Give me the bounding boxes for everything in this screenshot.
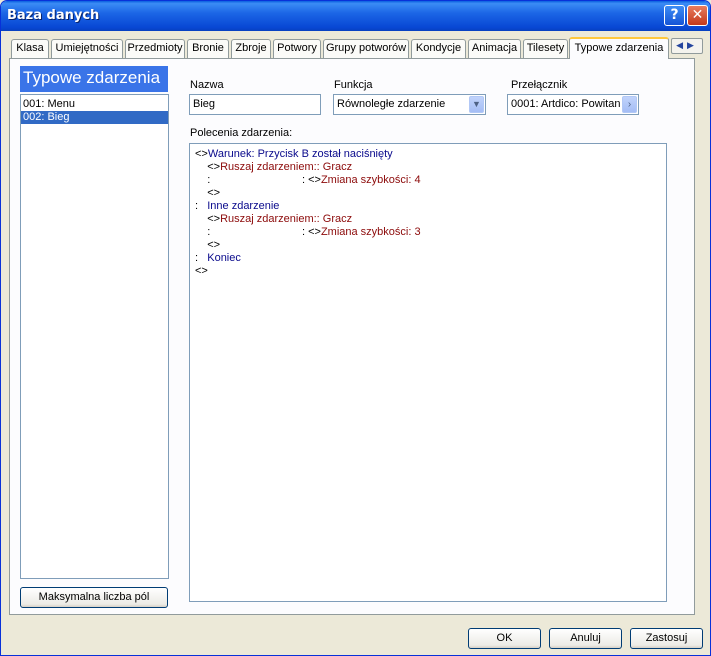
command-text: Zmiana szybkości: 4 bbox=[320, 174, 421, 186]
command-text: Zmiana szybkości: 3 bbox=[320, 226, 421, 238]
list-item[interactable]: 001: Menu bbox=[21, 98, 168, 111]
close-icon[interactable]: ✕ bbox=[687, 5, 708, 26]
command-text: Ruszaj zdarzeniem:: Gracz bbox=[220, 213, 353, 225]
tab-umiejetnosci[interactable]: Umiejętności bbox=[51, 39, 123, 58]
tab-zbroje[interactable]: Zbroje bbox=[231, 39, 271, 58]
list-header: Typowe zdarzenia bbox=[20, 66, 168, 92]
command-text: Ruszaj zdarzeniem:: Gracz bbox=[220, 161, 353, 173]
command-prefix: : bbox=[195, 252, 208, 264]
tab-klasa[interactable]: Klasa bbox=[11, 39, 49, 58]
cancel-button[interactable]: Anuluj bbox=[549, 628, 622, 649]
chevron-down-icon[interactable]: ▼ bbox=[469, 96, 484, 113]
function-select[interactable]: Równoległe zdarzenie ▼ bbox=[333, 94, 486, 115]
command-line[interactable]: <>Ruszaj zdarzeniem:: Gracz bbox=[195, 161, 666, 174]
apply-button[interactable]: Zastosuj bbox=[630, 628, 703, 649]
tab-przedmioty[interactable]: Przedmioty bbox=[125, 39, 185, 58]
list-item[interactable]: 002: Bieg bbox=[21, 111, 168, 124]
name-label: Nazwa bbox=[190, 79, 224, 91]
command-line[interactable]: : : <>Zmiana szybkości: 3 bbox=[195, 226, 666, 239]
command-prefix: <> bbox=[195, 239, 221, 251]
command-text: Warunek: Przycisk B został naciśnięty bbox=[207, 148, 393, 160]
help-icon[interactable]: ? bbox=[664, 5, 685, 26]
database-window: Baza danych ? ✕ Klasa Umiejętności Przed… bbox=[0, 0, 711, 656]
switch-value: 0001: Artdico: Powitan bbox=[511, 98, 621, 110]
tab-bronie[interactable]: Bronie bbox=[187, 39, 229, 58]
event-commands-editor[interactable]: <>Warunek: Przycisk B został naciśnięty … bbox=[189, 143, 667, 602]
command-line[interactable]: <>Ruszaj zdarzeniem:: Gracz bbox=[195, 213, 666, 226]
tab-typowe-zdarzenia[interactable]: Typowe zdarzenia bbox=[569, 37, 669, 59]
title-bar[interactable]: Baza danych ? ✕ bbox=[1, 1, 710, 31]
command-text: Inne zdarzenie bbox=[207, 200, 280, 212]
command-line[interactable]: : Inne zdarzenie bbox=[195, 200, 666, 213]
command-prefix: <> bbox=[195, 148, 208, 160]
tab-tilesety[interactable]: Tilesety bbox=[523, 39, 568, 58]
tab-potwory[interactable]: Potwory bbox=[273, 39, 321, 58]
command-line[interactable]: <>Warunek: Przycisk B został naciśnięty bbox=[195, 148, 666, 161]
tab-grupy-potworow[interactable]: Grupy potworów bbox=[323, 39, 409, 58]
command-prefix: : : <> bbox=[195, 226, 321, 238]
max-fields-button[interactable]: Maksymalna liczba pól bbox=[20, 587, 168, 608]
command-prefix: <> bbox=[195, 187, 221, 199]
tab-animacja[interactable]: Animacja bbox=[468, 39, 521, 58]
command-prefix: <> bbox=[195, 161, 221, 173]
switch-label: Przełącznik bbox=[511, 79, 568, 91]
function-value: Równoległe zdarzenie bbox=[337, 98, 446, 110]
switch-field[interactable]: 0001: Artdico: Powitan › bbox=[507, 94, 639, 115]
commands-label: Polecenia zdarzenia: bbox=[190, 127, 293, 139]
command-line[interactable]: <> bbox=[195, 239, 666, 252]
command-line[interactable]: <> bbox=[195, 187, 666, 200]
command-line[interactable]: <> bbox=[195, 265, 666, 278]
window-title: Baza danych bbox=[7, 8, 100, 23]
command-prefix: : bbox=[195, 200, 208, 212]
command-line[interactable]: : Koniec bbox=[195, 252, 666, 265]
function-label: Funkcja bbox=[334, 79, 373, 91]
command-line[interactable]: : : <>Zmiana szybkości: 4 bbox=[195, 174, 666, 187]
command-prefix: <> bbox=[195, 213, 221, 225]
event-list[interactable]: 001: Menu 002: Bieg bbox=[20, 94, 169, 579]
command-prefix: : : <> bbox=[195, 174, 321, 186]
command-prefix: <> bbox=[195, 265, 208, 277]
tab-kondycje[interactable]: Kondycje bbox=[411, 39, 466, 58]
tab-scroll-arrows-icon[interactable]: ◀▶ bbox=[671, 38, 703, 54]
name-field[interactable]: Bieg bbox=[189, 94, 321, 115]
chevron-right-icon[interactable]: › bbox=[622, 96, 637, 113]
ok-button[interactable]: OK bbox=[468, 628, 541, 649]
command-text: Koniec bbox=[207, 252, 241, 264]
